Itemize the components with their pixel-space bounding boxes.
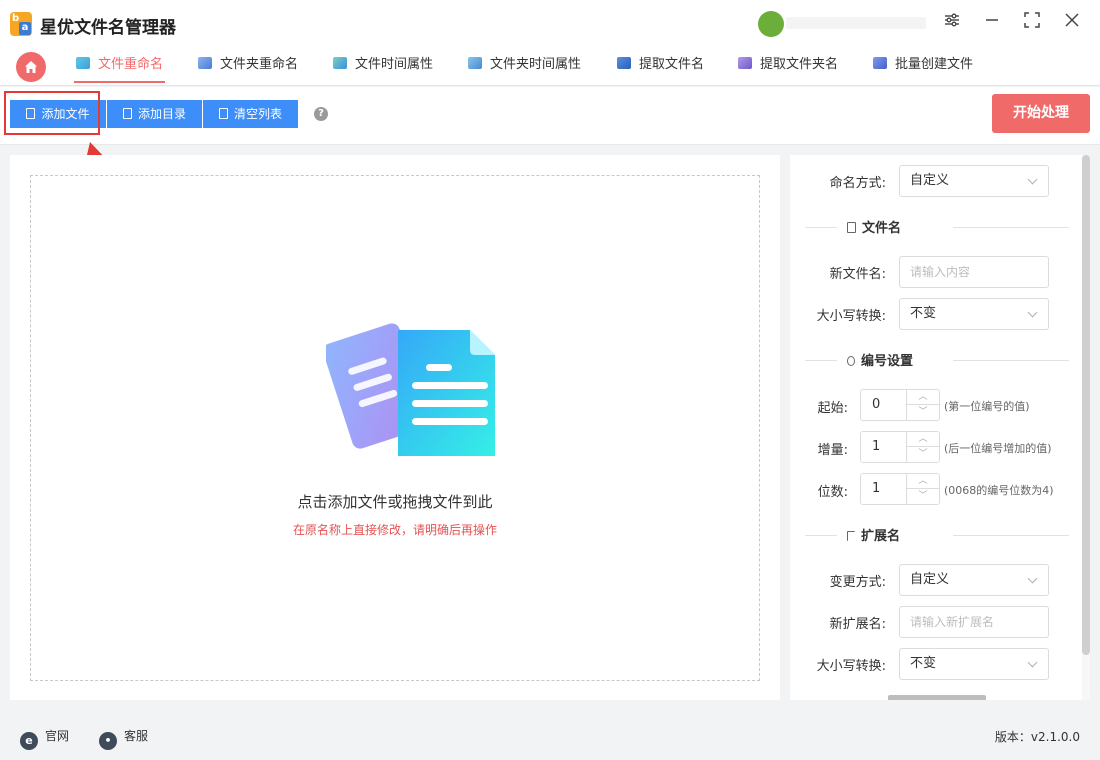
new-ext-input[interactable] xyxy=(899,606,1049,638)
settings-scrollbar[interactable] xyxy=(1082,155,1090,700)
user-avatar[interactable] xyxy=(758,11,784,37)
settings-icon[interactable] xyxy=(941,12,963,34)
medal-icon xyxy=(847,356,855,366)
close-icon[interactable] xyxy=(1061,12,1083,34)
new-filename-label: 新文件名: xyxy=(829,267,886,282)
tab-extract-filename[interactable]: 提取文件名 xyxy=(617,48,704,85)
case-conversion-select[interactable]: 不变 xyxy=(899,298,1049,330)
tab-file-time[interactable]: 文件时间属性 xyxy=(333,48,433,85)
stepper-up-icon[interactable]: ︿ xyxy=(906,432,939,447)
chevron-down-icon xyxy=(1027,573,1038,584)
file-list-panel: 点击添加文件或拖拽文件到此 在原名称上直接修改，请明确后再操作 xyxy=(10,155,780,700)
new-ext-label: 新扩展名: xyxy=(829,617,886,632)
home-icon[interactable] xyxy=(16,52,46,82)
stepper-down-icon[interactable]: ﹀ xyxy=(906,447,939,462)
documents-illustration-icon xyxy=(326,323,495,456)
increment-stepper[interactable]: 1 ︿ ﹀ xyxy=(860,431,940,463)
increment-label: 增量: xyxy=(817,443,848,458)
digits-stepper[interactable]: 1 ︿ ﹀ xyxy=(860,473,940,505)
scrollbar-thumb[interactable] xyxy=(1082,155,1090,655)
flag-icon xyxy=(847,531,855,541)
extract-foldername-icon xyxy=(738,57,752,69)
stepper-up-icon[interactable]: ︿ xyxy=(906,390,939,405)
drop-zone-warning: 在原名称上直接修改，请明确后再操作 xyxy=(292,523,497,537)
toolbar: 添加文件 添加目录 清空列表 ? 开始处理 xyxy=(0,87,1100,145)
chat-icon: • xyxy=(99,732,117,750)
help-icon[interactable]: ? xyxy=(314,107,328,121)
support-link[interactable]: • 客服 xyxy=(99,727,148,750)
tab-folder-rename[interactable]: 文件夹重命名 xyxy=(198,48,298,85)
folder-time-icon xyxy=(468,57,482,69)
section-numbering: 编号设置 xyxy=(805,350,1069,370)
stepper-down-icon[interactable]: ﹀ xyxy=(906,489,939,504)
start-number-hint: (第一位编号的值) xyxy=(944,400,1030,413)
start-number-stepper[interactable]: 0 ︿ ﹀ xyxy=(860,389,940,421)
file-rename-icon xyxy=(76,57,90,69)
chevron-down-icon xyxy=(1027,174,1038,185)
stepper-down-icon[interactable]: ﹀ xyxy=(906,405,939,420)
title-bar: ba 星优文件名管理器 xyxy=(0,0,1100,48)
annotation-highlight-box xyxy=(4,91,100,135)
start-number-label: 起始: xyxy=(817,401,848,416)
clear-list-button[interactable]: 清空列表 xyxy=(203,100,298,128)
tab-batch-create[interactable]: 批量创建文件 xyxy=(873,48,973,85)
digits-hint: (0068的编号位数为4) xyxy=(944,484,1054,497)
chevron-down-icon xyxy=(1027,657,1038,668)
function-tabs: 文件重命名 文件夹重命名 文件时间属性 文件夹时间属性 提取文件名 提取文件夹名… xyxy=(0,48,1100,86)
status-bar: e 官网 • 客服 版本：v2.1.0.0 xyxy=(0,712,1100,760)
tab-folder-time[interactable]: 文件夹时间属性 xyxy=(468,48,581,85)
case-conversion-label: 大小写转换: xyxy=(816,309,886,324)
file-icon xyxy=(122,108,132,119)
app-title: 星优文件名管理器 xyxy=(40,18,176,38)
file-drop-zone[interactable]: 点击添加文件或拖拽文件到此 在原名称上直接修改，请明确后再操作 xyxy=(30,175,760,681)
new-ext-field[interactable] xyxy=(910,615,1040,629)
ext-case-select[interactable]: 不变 xyxy=(899,648,1049,680)
trash-icon xyxy=(218,108,228,119)
user-name-redacted xyxy=(786,17,926,29)
file-icon xyxy=(847,222,856,233)
digits-label: 位数: xyxy=(817,485,848,500)
website-link[interactable]: e 官网 xyxy=(20,727,69,750)
naming-mode-select[interactable]: 自定义 xyxy=(899,165,1049,197)
file-time-icon xyxy=(333,57,347,69)
tab-extract-foldername[interactable]: 提取文件夹名 xyxy=(738,48,838,85)
settings-panel: 命名方式: 自定义 文件名 新文件名: 大小写转换: 不变 编号设置 起始: 0… xyxy=(790,155,1090,700)
new-filename-field[interactable] xyxy=(910,265,1040,279)
ext-mode-select[interactable]: 自定义 xyxy=(899,564,1049,596)
app-logo: ba xyxy=(10,12,32,36)
ext-case-label: 大小写转换: xyxy=(816,659,886,674)
naming-mode-label: 命名方式: xyxy=(829,176,886,191)
new-filename-input[interactable] xyxy=(899,256,1049,288)
drop-zone-title: 点击添加文件或拖拽文件到此 xyxy=(297,493,493,511)
section-extension: 扩展名 xyxy=(805,525,1069,545)
panel-collapse-handle[interactable] xyxy=(888,695,986,700)
extract-filename-icon xyxy=(617,57,631,69)
folder-rename-icon xyxy=(198,57,212,69)
minimize-icon[interactable] xyxy=(981,12,1003,34)
website-icon: e xyxy=(20,732,38,750)
chevron-down-icon xyxy=(1027,307,1038,318)
increment-hint: (后一位编号增加的值) xyxy=(944,442,1052,455)
start-processing-button[interactable]: 开始处理 xyxy=(992,94,1090,133)
tab-file-rename[interactable]: 文件重命名 xyxy=(73,48,166,85)
batch-create-icon xyxy=(873,57,887,69)
section-filename: 文件名 xyxy=(805,217,1069,237)
ext-mode-label: 变更方式: xyxy=(829,575,886,590)
maximize-icon[interactable] xyxy=(1021,12,1043,34)
add-directory-button[interactable]: 添加目录 xyxy=(107,100,202,128)
stepper-up-icon[interactable]: ︿ xyxy=(906,474,939,489)
version-label: 版本：v2.1.0.0 xyxy=(994,730,1080,744)
